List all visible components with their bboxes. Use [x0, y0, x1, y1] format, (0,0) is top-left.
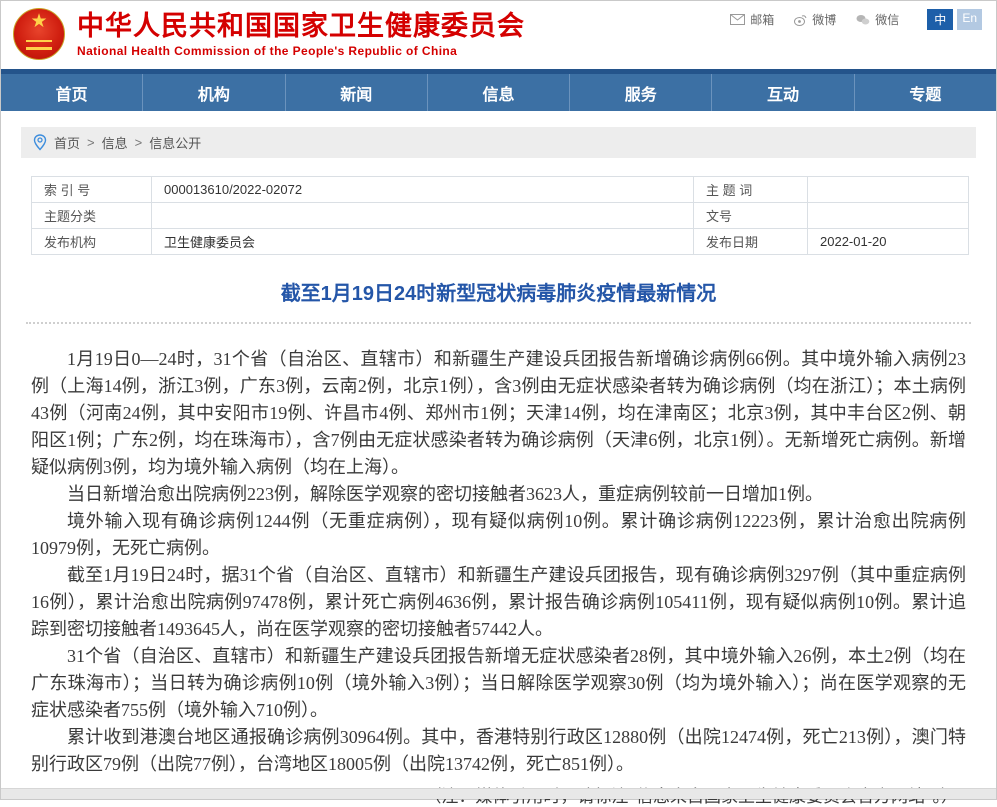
meta-value-publish-date: 2022-01-20: [808, 229, 969, 255]
breadcrumb-information[interactable]: 信息: [102, 133, 128, 152]
article-paragraph: 境外输入现有确诊病例1244例（无重症病例），现有疑似病例10例。累计确诊病例1…: [31, 508, 966, 562]
nav-item-topics[interactable]: 专题: [854, 74, 996, 111]
nav-item-interaction[interactable]: 互动: [711, 74, 853, 111]
nav-item-services[interactable]: 服务: [569, 74, 711, 111]
emblem-star-icon: ★: [14, 11, 64, 33]
meta-label-index-number: 索 引 号: [32, 177, 152, 203]
envelope-icon: [730, 14, 745, 25]
meta-label-subject-words: 主 题 词: [694, 177, 808, 203]
meta-value-index-number: 000013610/2022-02072: [152, 177, 694, 203]
email-label: 邮箱: [750, 11, 774, 28]
weibo-icon: [794, 14, 807, 26]
weibo-label: 微博: [812, 11, 836, 28]
article-paragraph: 31个省（自治区、直辖市）和新疆生产建设兵团报告新增无症状感染者28例，其中境外…: [31, 643, 966, 724]
site-header: ★ 中华人民共和国国家卫生健康委员会 National Health Commi…: [1, 1, 996, 69]
meta-label-publish-date: 发布日期: [694, 229, 808, 255]
lang-zh-button[interactable]: 中: [927, 9, 953, 30]
meta-value-issuing-agency: 卫生健康委员会: [152, 229, 694, 255]
article-paragraph: 累计收到港澳台地区通报确诊病例30964例。其中，香港特别行政区12880例（出…: [31, 724, 966, 778]
meta-value-subject-category: [152, 203, 694, 229]
article-paragraph: 当日新增治愈出院病例223例，解除医学观察的密切接触者3623人，重症病例较前一…: [31, 481, 966, 508]
page-bottom-strip: [1, 788, 996, 799]
email-link[interactable]: 邮箱: [730, 11, 774, 28]
wechat-label: 微信: [875, 11, 899, 28]
title-divider: [26, 322, 971, 324]
breadcrumb-info-disclosure[interactable]: 信息公开: [149, 133, 201, 152]
meta-label-document-number: 文号: [694, 203, 808, 229]
nav-item-news[interactable]: 新闻: [285, 74, 427, 111]
nav-item-home[interactable]: 首页: [1, 74, 142, 111]
meta-label-issuing-agency: 发布机构: [32, 229, 152, 255]
article-paragraph: 截至1月19日24时，据31个省（自治区、直辖市）和新疆生产建设兵团报告，现有确…: [31, 562, 966, 643]
weibo-link[interactable]: 微博: [794, 11, 836, 28]
meta-value-subject-words: [808, 177, 969, 203]
meta-value-document-number: [808, 203, 969, 229]
table-row: 发布机构 卫生健康委员会 发布日期 2022-01-20: [32, 229, 969, 255]
article-title: 截至1月19日24时新型冠状病毒肺炎疫情最新情况: [1, 277, 996, 306]
nav-item-information[interactable]: 信息: [427, 74, 569, 111]
emblem-gate-icon: [26, 40, 52, 50]
header-quick-links: 邮箱 微博 微信 中 En: [730, 9, 982, 30]
article-body: 1月19日0—24时，31个省（自治区、直辖市）和新疆生产建设兵团报告新增确诊病…: [31, 346, 966, 778]
table-row: 索 引 号 000013610/2022-02072 主 题 词: [32, 177, 969, 203]
breadcrumb-separator: >: [135, 135, 143, 150]
lang-en-button[interactable]: En: [957, 9, 982, 30]
site-title-zh: 中华人民共和国国家卫生健康委员会: [77, 11, 525, 41]
table-row: 主题分类 文号: [32, 203, 969, 229]
location-pin-icon: [33, 134, 47, 151]
breadcrumb-separator: >: [87, 135, 95, 150]
document-meta-table: 索 引 号 000013610/2022-02072 主 题 词 主题分类 文号…: [31, 176, 969, 255]
main-nav: 首页 机构 新闻 信息 服务 互动 专题: [1, 74, 996, 111]
meta-label-subject-category: 主题分类: [32, 203, 152, 229]
national-emblem-logo: ★: [13, 8, 65, 60]
breadcrumb-home[interactable]: 首页: [54, 133, 80, 152]
article-paragraph: 1月19日0—24时，31个省（自治区、直辖市）和新疆生产建设兵团报告新增确诊病…: [31, 346, 966, 481]
wechat-icon: [856, 14, 870, 26]
breadcrumb: 首页 > 信息 > 信息公开: [21, 127, 976, 158]
wechat-link[interactable]: 微信: [856, 11, 899, 28]
site-title-en: National Health Commission of the People…: [77, 44, 525, 58]
nav-item-organization[interactable]: 机构: [142, 74, 284, 111]
